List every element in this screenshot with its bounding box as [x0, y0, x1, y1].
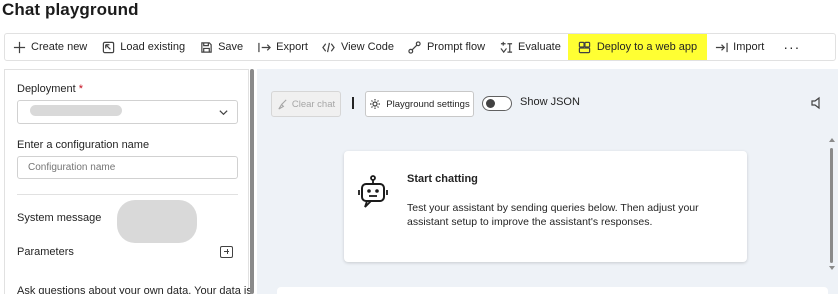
redacted-value: [30, 105, 122, 116]
parameters-label: Parameters: [17, 246, 74, 258]
create-new-label: Create new: [31, 41, 88, 53]
expand-parameters-icon[interactable]: [220, 246, 233, 258]
gear-icon: [370, 99, 381, 109]
import-button[interactable]: Import: [707, 34, 771, 60]
redacted-area: [117, 200, 197, 243]
scroll-up-arrow[interactable]: [829, 138, 835, 142]
deployment-label-text: Deployment: [17, 83, 76, 95]
save-label: Save: [218, 41, 244, 53]
panel-splitter[interactable]: [250, 69, 254, 294]
command-toolbar: Create new Load existing Save Export Vie…: [4, 33, 836, 61]
divider: [17, 194, 238, 195]
more-options-button[interactable]: ···: [777, 34, 806, 60]
chat-input-card: [277, 287, 828, 294]
load-existing-button[interactable]: Load existing: [94, 34, 192, 60]
import-icon: [714, 40, 728, 54]
bot-icon: [358, 175, 388, 208]
code-icon: [322, 40, 336, 54]
evaluate-label: Evaluate: [518, 41, 561, 53]
load-icon: [101, 40, 115, 54]
page-title: Chat playground: [2, 0, 139, 19]
scroll-down-arrow[interactable]: [829, 266, 835, 270]
view-code-button[interactable]: View Code: [315, 34, 401, 60]
evaluate-icon: [499, 40, 513, 54]
deploy-web-app-button[interactable]: Deploy to a web app: [567, 34, 708, 60]
separator-bar: [352, 97, 354, 109]
save-button[interactable]: Save: [192, 34, 250, 60]
system-message-label: System message: [17, 212, 102, 224]
start-chatting-card: Start chatting Test your assistant by se…: [344, 151, 747, 262]
start-chatting-body: Test your assistant by sending queries b…: [407, 202, 699, 228]
webapp-icon: [578, 40, 592, 54]
show-json-label: Show JSON: [520, 96, 580, 108]
config-name-input[interactable]: [17, 156, 238, 179]
plus-icon: [12, 40, 26, 54]
scroll-thumb[interactable]: [830, 148, 833, 263]
export-button[interactable]: Export: [250, 34, 315, 60]
create-new-button[interactable]: Create new: [5, 34, 94, 60]
prompt-flow-label: Prompt flow: [426, 41, 486, 53]
toggle-knob: [486, 99, 495, 108]
playground-settings-button[interactable]: Playground settings: [365, 91, 474, 117]
clear-chat-label: Clear chat: [291, 98, 336, 110]
prompt-flow-button[interactable]: Prompt flow: [401, 34, 492, 60]
deployment-select[interactable]: [17, 100, 238, 124]
import-label: Import: [733, 41, 765, 53]
save-icon: [199, 40, 213, 54]
show-json-toggle[interactable]: [482, 96, 512, 111]
data-note-text: Ask questions about your own data. Your …: [17, 285, 252, 294]
required-mark: *: [78, 83, 84, 95]
broom-icon: [278, 99, 287, 110]
chat-area: Clear chat Playground settings Show JSON…: [257, 69, 838, 294]
playground-settings-label: Playground settings: [386, 98, 470, 110]
export-label: Export: [276, 41, 308, 53]
evaluate-button[interactable]: Evaluate: [492, 34, 568, 60]
chevron-down-icon: [219, 110, 228, 116]
start-chatting-title: Start chatting: [407, 173, 478, 185]
load-existing-label: Load existing: [120, 41, 186, 53]
flow-icon: [408, 40, 422, 54]
setup-panel: Deployment * Enter a configuration name …: [4, 69, 252, 294]
export-icon: [257, 40, 271, 54]
config-name-label: Enter a configuration name: [17, 139, 150, 151]
deployment-label: Deployment *: [17, 83, 83, 95]
view-code-label: View Code: [340, 41, 394, 53]
deploy-web-app-label: Deploy to a web app: [596, 41, 698, 53]
clear-chat-button[interactable]: Clear chat: [271, 91, 341, 117]
chat-scrollbar[interactable]: [829, 138, 835, 270]
speaker-icon[interactable]: [810, 96, 822, 110]
